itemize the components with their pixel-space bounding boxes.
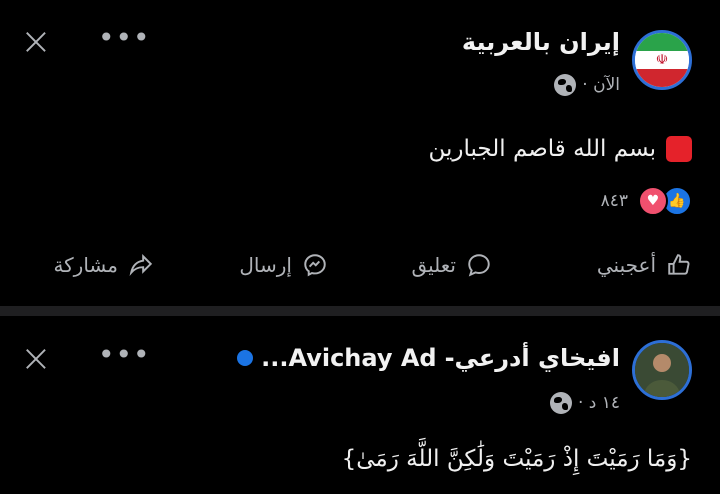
comment-button[interactable]: تعليق — [411, 252, 492, 278]
post-meta: الآن · — [554, 74, 620, 96]
thumbs-up-icon — [668, 254, 690, 275]
page-avatar-iran-flag[interactable]: ☫ — [632, 30, 692, 90]
send-button[interactable]: إرسال — [239, 252, 328, 278]
share-icon — [129, 253, 153, 277]
reactions-summary[interactable]: 👍 ♥ ٨٤٣ — [601, 186, 692, 216]
post-text: بسم الله قاصم الجبارين — [428, 136, 656, 162]
profile-name[interactable]: افيخاي أدرعي- ...Avichay Ad — [237, 344, 620, 372]
comment-label: تعليق — [411, 253, 456, 277]
post-text: {وَمَا رَمَيْتَ إِذْ رَمَيْتَ وَلَٰكِنَّ… — [341, 446, 692, 472]
like-button[interactable]: أعجبني — [597, 252, 692, 278]
globe-icon — [549, 392, 572, 414]
close-icon[interactable]: × — [20, 22, 52, 60]
post-time: الآن · — [582, 75, 620, 95]
person-silhouette-icon — [635, 343, 689, 397]
like-label: أعجبني — [596, 253, 656, 277]
close-icon[interactable]: × — [20, 339, 52, 377]
profile-name-arabic: افيخاي أدرعي- — [444, 344, 620, 372]
post-time: ١٤ د · — [577, 393, 620, 413]
globe-icon — [554, 74, 577, 96]
more-options-icon[interactable]: ••• — [98, 24, 151, 52]
reactions-count: ٨٤٣ — [600, 191, 628, 211]
more-options-icon[interactable]: ••• — [98, 341, 151, 369]
share-button[interactable]: مشاركة — [53, 252, 154, 278]
verified-badge-icon — [237, 350, 254, 366]
messenger-icon — [304, 254, 326, 277]
profile-avatar[interactable] — [632, 340, 692, 400]
comment-icon — [468, 254, 490, 277]
profile-name-english: ...Avichay Ad — [261, 344, 437, 372]
red-square-icon — [666, 136, 692, 162]
flag-emblem-icon: ☫ — [655, 51, 669, 68]
page-name[interactable]: إيران بالعربية — [462, 28, 620, 56]
post-card-iran: ☫ إيران بالعربية الآن · × ••• بسم الله ق… — [0, 0, 720, 306]
send-label: إرسال — [239, 253, 292, 277]
post-body: بسم الله قاصم الجبارين — [428, 136, 692, 162]
post-meta: ١٤ د · — [549, 392, 620, 414]
share-label: مشاركة — [53, 253, 118, 277]
love-reaction-icon: ♥ — [638, 186, 668, 216]
